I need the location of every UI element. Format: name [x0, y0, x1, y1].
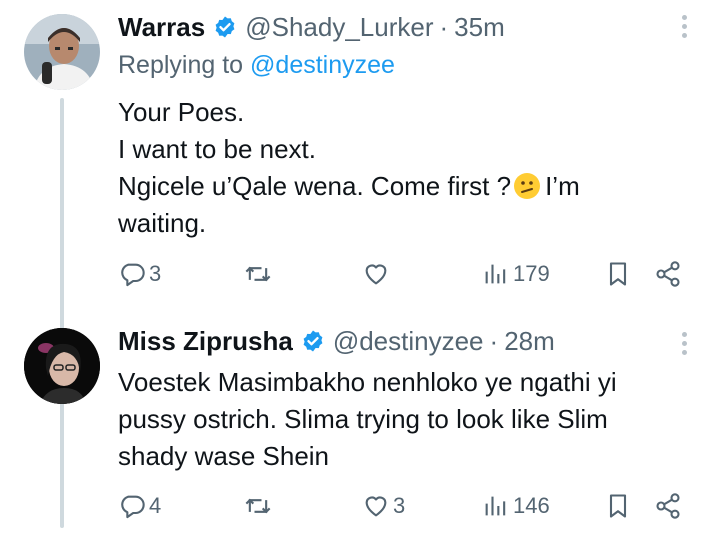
reply-button[interactable]: 3: [118, 260, 161, 288]
tweet-text-segment: Ngicele u’Qale wena. Come first ?: [118, 171, 512, 201]
tweet-2[interactable]: Miss Ziprusha @destinyzee · 28m Voestek …: [0, 316, 720, 539]
verified-badge-icon: [301, 329, 325, 353]
views-icon: [485, 496, 506, 516]
replying-to-label: Replying to: [118, 51, 244, 79]
retweet-icon: [245, 266, 271, 282]
reply-count: 4: [149, 493, 162, 518]
heart-icon: [365, 496, 387, 517]
reply-icon: [121, 495, 145, 519]
views-count: 179: [513, 261, 550, 286]
tweet-text-line: waiting.: [118, 208, 207, 238]
replying-to: Replying to @destinyzee: [118, 51, 395, 80]
tweet-actions: 4 3 146: [118, 492, 688, 524]
tweet-text: Voestek Masimbakho nenhloko ye ngathi yi…: [118, 364, 678, 475]
avatar-miss-ziprusha[interactable]: [24, 328, 100, 404]
views-button[interactable]: 179: [482, 260, 550, 288]
tweet-text-segment: I’m: [545, 171, 580, 201]
like-button[interactable]: 3: [362, 492, 405, 520]
reply-icon: [121, 263, 145, 287]
share-icon: [656, 261, 680, 287]
separator-dot: ·: [489, 325, 499, 356]
user-handle[interactable]: @Shady_Lurker: [245, 12, 433, 43]
like-button[interactable]: [362, 260, 393, 288]
share-button[interactable]: [654, 260, 682, 288]
retweet-button[interactable]: [244, 260, 275, 288]
bookmark-icon: [609, 494, 627, 518]
reply-button[interactable]: 4: [118, 492, 161, 520]
like-count: 3: [393, 493, 406, 518]
display-name[interactable]: Warras: [118, 12, 205, 43]
tweet-text-line: Voestek Masimbakho nenhloko ye ngathi yi: [118, 367, 617, 397]
tweet-header: Warras @Shady_Lurker · 35m: [118, 10, 505, 44]
heart-icon: [365, 264, 387, 285]
timestamp[interactable]: 35m: [454, 12, 505, 43]
separator-dot: ·: [439, 11, 449, 42]
tweet-header: Miss Ziprusha @destinyzee · 28m: [118, 324, 555, 358]
tweet-text: Your Poes. I want to be next. Ngicele u’…: [118, 94, 678, 242]
reply-mention-link[interactable]: @destinyzee: [250, 51, 395, 79]
confused-face-icon: [513, 172, 541, 200]
retweet-icon: [245, 498, 271, 514]
tweet-actions: 3 179: [118, 260, 688, 292]
tweet-1[interactable]: Warras @Shady_Lurker · 35m Replying to @…: [0, 0, 720, 310]
tweet-text-line: pussy ostrich. Slima trying to look like…: [118, 404, 608, 434]
views-icon: [485, 264, 506, 284]
avatar-warras[interactable]: [24, 14, 100, 90]
bookmark-icon: [609, 262, 627, 286]
display-name[interactable]: Miss Ziprusha: [118, 326, 293, 357]
tweet-text-line: Ngicele u’Qale wena. Come first ? I’m: [118, 168, 678, 205]
more-icon[interactable]: [682, 15, 688, 42]
user-handle[interactable]: @destinyzee: [333, 326, 484, 357]
tweet-text-line: I want to be next.: [118, 134, 317, 164]
tweet-text-line: shady wase Shein: [118, 441, 330, 471]
tweet-text-line: Your Poes.: [118, 97, 245, 127]
views-count: 146: [513, 493, 550, 518]
verified-badge-icon: [213, 15, 237, 39]
share-icon: [656, 493, 680, 519]
timestamp[interactable]: 28m: [504, 326, 555, 357]
reply-count: 3: [149, 261, 162, 286]
share-button[interactable]: [654, 492, 682, 520]
more-icon[interactable]: [682, 332, 688, 359]
bookmark-button[interactable]: [604, 492, 632, 520]
views-button[interactable]: 146: [482, 492, 550, 520]
bookmark-button[interactable]: [604, 260, 632, 288]
retweet-button[interactable]: [244, 492, 275, 520]
